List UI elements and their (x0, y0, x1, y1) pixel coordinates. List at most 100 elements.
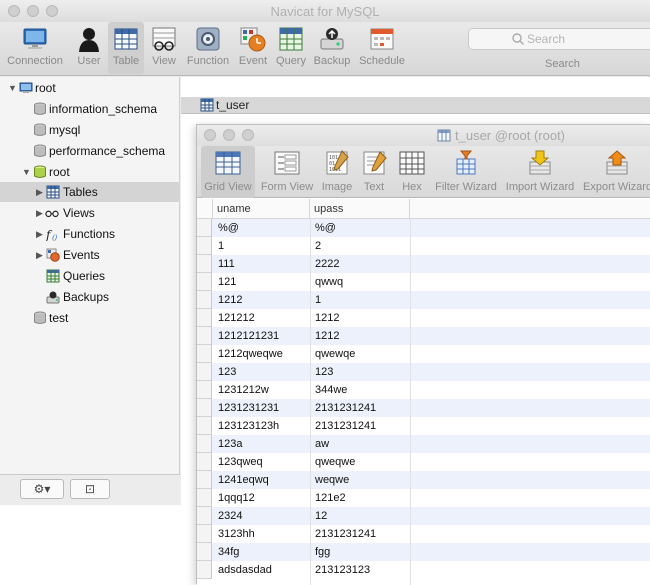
cell-upass[interactable]: %@ (315, 219, 336, 237)
cell-upass[interactable]: 2131231241 (315, 399, 376, 417)
search-input[interactable]: Search (468, 28, 650, 50)
table-row[interactable]: 1231231231 2131231241 (197, 399, 650, 417)
toolbar-function-button[interactable]: Function (186, 22, 230, 74)
disclosure-collapsed-icon[interactable]: ▶ (36, 203, 43, 223)
disclosure-expanded-icon[interactable]: ▼ (8, 78, 17, 98)
table-row[interactable]: 1212qweqwe qwewqe (197, 345, 650, 363)
table-row[interactable]: 1qqq12 121e2 (197, 489, 650, 507)
row-marker[interactable] (197, 435, 212, 453)
table-row[interactable]: 123qweq qweqwe (197, 453, 650, 471)
tree-item-root-connection[interactable]: ▼ root (0, 78, 180, 98)
disclosure-expanded-icon[interactable]: ▼ (22, 162, 31, 182)
cell-upass[interactable]: 1212 (315, 309, 339, 327)
row-marker[interactable] (197, 345, 212, 363)
cell-upass[interactable]: 344we (315, 381, 347, 399)
tree-item-events[interactable]: ▶ Events (0, 245, 180, 265)
cell-uname[interactable]: 1 (218, 237, 224, 255)
cell-uname[interactable]: 123a (218, 435, 242, 453)
toolbar-backup-button[interactable]: Backup (312, 22, 352, 74)
tree-item-tables[interactable]: ▶ Tables (0, 182, 180, 202)
row-marker[interactable] (197, 291, 212, 309)
cell-uname[interactable]: 1241eqwq (218, 471, 269, 489)
cell-uname[interactable]: 1qqq12 (218, 489, 255, 507)
cell-upass[interactable]: 2222 (315, 255, 339, 273)
toggle-panel-button[interactable]: ⊡ (70, 479, 110, 499)
row-marker[interactable] (197, 543, 212, 561)
toolbar-event-button[interactable]: Event (236, 22, 270, 74)
tree-item-information-schema[interactable]: information_schema (0, 99, 180, 119)
cell-uname[interactable]: 1212qweqwe (218, 345, 283, 363)
column-header-upass[interactable]: upass (310, 199, 410, 219)
row-marker[interactable] (197, 507, 212, 525)
row-marker[interactable] (197, 399, 212, 417)
table-row[interactable]: 121212 1212 (197, 309, 650, 327)
cell-upass[interactable]: 123 (315, 363, 333, 381)
table-row[interactable]: adsdasdad 213123123 (197, 561, 650, 579)
row-marker[interactable] (197, 525, 212, 543)
tree-item-mysql[interactable]: mysql (0, 120, 180, 140)
row-marker[interactable] (197, 327, 212, 345)
cell-upass[interactable]: 1 (315, 291, 321, 309)
cell-upass[interactable]: 12 (315, 507, 327, 525)
tree-item-test[interactable]: test (0, 308, 180, 328)
cell-uname[interactable]: adsdasdad (218, 561, 272, 579)
table-row[interactable]: 121 qwwq (197, 273, 650, 291)
data-grid[interactable]: uname upass %@ %@ 1 2 111 2222 121 qwwq 1212 1 121… (197, 199, 650, 585)
tree-item-backups[interactable]: Backups (0, 287, 180, 307)
export-wizard-button[interactable]: Export Wizard (583, 146, 650, 198)
cell-uname[interactable]: 111 (218, 255, 235, 273)
cell-upass[interactable]: 2 (315, 237, 321, 255)
cell-uname[interactable]: 121212 (218, 309, 255, 327)
row-marker[interactable] (197, 417, 212, 435)
cell-uname[interactable]: 123 (218, 363, 236, 381)
row-marker[interactable] (197, 363, 212, 381)
cell-upass[interactable]: 2131231241 (315, 417, 376, 435)
table-row[interactable]: 12 (197, 237, 650, 255)
table-row[interactable]: 3123hh 2131231241 (197, 525, 650, 543)
table-row[interactable]: 1212 1 (197, 291, 650, 309)
tree-item-queries[interactable]: Queries (0, 266, 180, 286)
cell-uname[interactable]: 123qweq (218, 453, 263, 471)
table-row[interactable]: 34fg fgg (197, 543, 650, 561)
toolbar-table-button[interactable]: Table (108, 22, 144, 74)
cell-uname[interactable]: 1231231231 (218, 399, 279, 417)
inner-close-button[interactable] (204, 129, 216, 141)
cell-uname[interactable]: 3123hh (218, 525, 255, 543)
row-marker[interactable] (197, 381, 212, 399)
cell-uname[interactable]: 2324 (218, 507, 242, 525)
table-row[interactable]: %@ %@ (197, 219, 650, 237)
disclosure-collapsed-icon[interactable]: ▶ (36, 245, 43, 265)
tree-item-views[interactable]: ▶ Views (0, 203, 180, 223)
cell-uname[interactable]: 34fg (218, 543, 239, 561)
tab-t-user[interactable]: t_user (216, 98, 249, 112)
cell-upass[interactable]: fgg (315, 543, 330, 561)
cell-uname[interactable]: 1231212w (218, 381, 269, 399)
cell-upass[interactable]: 213123123 (315, 561, 370, 579)
column-header-uname[interactable]: uname (213, 199, 310, 219)
cell-upass[interactable]: 1212 (315, 327, 339, 345)
cell-uname[interactable]: 1212121231 (218, 327, 279, 345)
tree-item-root-database[interactable]: ▼ root (0, 162, 180, 182)
row-marker[interactable] (197, 309, 212, 327)
row-marker[interactable] (197, 453, 212, 471)
image-button[interactable]: 101 01 1011 Image (319, 146, 355, 198)
inner-minimize-button[interactable] (223, 129, 235, 141)
table-row[interactable]: 1212121231 1212 (197, 327, 650, 345)
cell-upass[interactable]: qwwq (315, 273, 343, 291)
table-row[interactable]: 2324 12 (197, 507, 650, 525)
table-row[interactable]: 1231212w 344we (197, 381, 650, 399)
form-view-button[interactable]: Form View (259, 146, 315, 198)
grid-view-button[interactable]: Grid View (201, 146, 255, 198)
text-button[interactable]: Text (359, 146, 389, 198)
tree-item-functions[interactable]: ▶ f () Functions (0, 224, 180, 244)
row-marker[interactable] (197, 471, 212, 489)
table-row[interactable]: 123123123h 2131231241 (197, 417, 650, 435)
inner-zoom-button[interactable] (242, 129, 254, 141)
row-marker[interactable] (197, 255, 212, 273)
table-row[interactable]: 111 2222 (197, 255, 650, 273)
toolbar-view-button[interactable]: View (146, 22, 182, 74)
cell-upass[interactable]: 2131231241 (315, 525, 376, 543)
toolbar-query-button[interactable]: Query (274, 22, 308, 74)
table-row[interactable]: 123a aw (197, 435, 650, 453)
cell-uname[interactable]: %@ (218, 219, 239, 237)
